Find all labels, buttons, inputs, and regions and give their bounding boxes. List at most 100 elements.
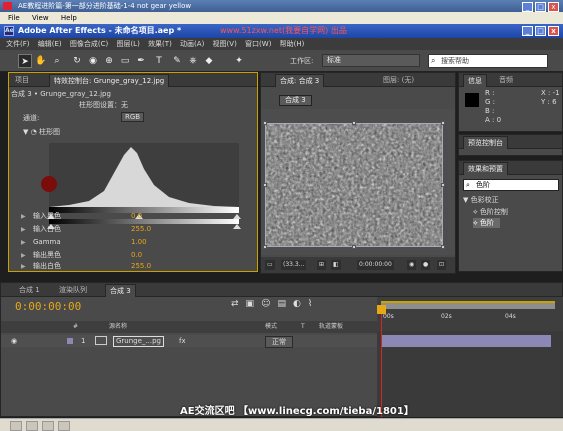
brush-tool-icon[interactable]: ✎ [170,54,184,68]
transform-handle[interactable] [441,245,445,249]
expand-triangle-icon[interactable]: ▶ [21,261,26,272]
menu-file[interactable]: File [8,14,20,22]
current-timecode[interactable]: 0:00:00:00 [357,260,394,270]
mask-view-icon[interactable]: ◧ [331,260,341,270]
grid-icon[interactable]: ⊞ [317,260,327,270]
menu-window[interactable]: 窗口(W) [245,40,271,48]
layer-duration-bar[interactable] [381,335,551,347]
current-time-indicator-head[interactable] [377,305,386,314]
expand-triangle-icon[interactable]: ▶ [21,250,26,261]
puppet-pin-tool-icon[interactable]: ✦ [232,54,246,68]
transform-handle[interactable] [441,183,445,187]
timeline-layer-row[interactable]: ◉ 1 Grunge_...pg fx 正常 [1,335,377,348]
label-color[interactable] [67,338,73,344]
close-button[interactable]: x [548,2,559,12]
taskbar-icon[interactable] [10,421,22,431]
menu-view-cn[interactable]: 视图(V) [213,40,237,48]
effects-search-input[interactable]: ⌕ 色阶 [463,179,559,191]
pan-behind-tool-icon[interactable]: ⊕ [102,54,116,68]
taskbar-icon[interactable] [58,421,70,431]
graph-editor-icon[interactable]: ⌇ [308,299,319,309]
transform-handle[interactable] [263,183,267,187]
zoom-tool-icon[interactable]: ⌕ [50,54,64,68]
comp-mini-flowchart-icon[interactable]: ⇄ [231,299,246,309]
help-search-input[interactable]: ⌕ 搜索帮助 [428,54,548,68]
pen-tool-icon[interactable]: ✒ [134,54,148,68]
frame-blending-icon[interactable]: ▤ [277,299,293,309]
workspace-select[interactable]: 标准 [322,54,420,67]
visibility-eye-icon[interactable]: ◉ [11,335,17,347]
tab-composition[interactable]: 合成: 合成 3 [275,74,325,87]
tab-layer[interactable]: 图层: (无) [379,74,418,87]
transform-handle[interactable] [441,121,445,125]
expand-triangle-icon[interactable]: ▶ [21,237,26,248]
menu-animation[interactable]: 动画(A) [180,40,204,48]
mask-rect-tool-icon[interactable]: ▭ [118,54,132,68]
grunge-texture-image[interactable] [265,123,443,247]
prop-value[interactable]: 255.0 [131,224,151,235]
tab-preview[interactable]: 预览控制台 [463,136,508,149]
tab-comp3[interactable]: 合成 3 [105,284,136,297]
prop-value[interactable]: 255.0 [131,261,151,272]
tab-effects-presets[interactable]: 效果和预置 [463,162,508,175]
effect-item-levels[interactable]: ⟡ 色阶 [473,218,500,228]
shy-icon[interactable]: ☺ [261,299,277,309]
ae-maximize-button[interactable]: □ [535,26,546,36]
selection-tool-icon[interactable]: ➤ [18,54,32,68]
effect-item-levels-individual[interactable]: ⟡ 色阶控制 [473,207,508,217]
menu-layer[interactable]: 图层(L) [116,40,139,48]
transform-handle[interactable] [263,121,267,125]
maximize-button[interactable]: □ [535,2,546,12]
menu-file-cn[interactable]: 文件(F) [6,40,30,48]
taskbar-icon[interactable] [42,421,54,431]
zoom-select[interactable]: (33.3... [281,260,307,270]
menu-composition[interactable]: 图像合成(C) [70,40,108,48]
tab-comp1[interactable]: 合成 1 [15,284,44,297]
menu-edit[interactable]: 编辑(E) [38,40,62,48]
clone-stamp-tool-icon[interactable]: ⎈ [186,54,200,68]
expand-triangle-icon[interactable]: ▶ [21,224,26,235]
comp-canvas-area[interactable] [261,109,455,255]
rotate-tool-icon[interactable]: ↻ [70,54,84,68]
category-color-correction[interactable]: ▼ 色彩校正 [463,195,499,205]
eraser-tool-icon[interactable]: ◆ [202,54,216,68]
ae-close-button[interactable]: x [548,26,559,36]
channel-select[interactable]: RGB [121,112,145,122]
histogram-toggle[interactable]: ▼ ◔ 柱形图 [23,127,60,137]
menu-view[interactable]: View [32,14,49,22]
prop-value[interactable]: 0.0 [131,250,142,261]
region-of-interest-icon[interactable]: ⊡ [437,260,447,270]
always-preview-icon[interactable]: ▭ [265,260,275,270]
prop-value[interactable]: 1.00 [131,237,147,248]
ae-minimize-button[interactable]: _ [522,26,533,36]
layer-name[interactable]: Grunge_...pg [113,336,164,347]
expand-triangle-icon[interactable]: ▶ [21,211,26,222]
motion-blur-icon[interactable]: ◐ [293,299,308,309]
work-area-bar[interactable] [381,301,555,309]
taskbar-icon[interactable] [26,421,38,431]
comp-sub-tab[interactable]: 合成 3 [279,95,312,106]
tab-project[interactable]: 项目 [11,74,33,87]
fx-switch-icon[interactable]: fx [179,335,186,347]
menu-help[interactable]: Help [61,14,77,22]
color-channels-icon[interactable]: ● [421,260,431,270]
prop-value[interactable]: 0.0 [131,211,142,222]
tab-render-queue[interactable]: 渲染队列 [55,284,91,297]
menu-help-cn[interactable]: 帮助(H) [280,40,305,48]
layer-mode-select[interactable]: 正常 [265,336,293,348]
timeline-graph-area[interactable]: 00s 02s 04s [377,297,563,417]
minimize-button[interactable]: _ [522,2,533,12]
time-ruler[interactable]: 00s 02s 04s [377,297,563,331]
tab-effect-controls[interactable]: 特效控制台: Grunge_gray_12.jpg [49,74,170,87]
levels-histogram[interactable] [49,143,239,207]
camera-tool-icon[interactable]: ◉ [86,54,100,68]
current-time-indicator[interactable] [381,309,382,417]
transform-handle[interactable] [352,121,356,125]
tab-info[interactable]: 信息 [463,74,487,87]
timeline-timecode[interactable]: 0:00:00:00 [15,300,81,313]
transform-handle[interactable] [263,245,267,249]
hand-tool-icon[interactable]: ✋ [34,54,48,68]
transform-handle[interactable] [352,245,356,249]
draft-3d-icon[interactable]: ▣ [246,299,262,309]
text-tool-icon[interactable]: T [152,54,166,68]
